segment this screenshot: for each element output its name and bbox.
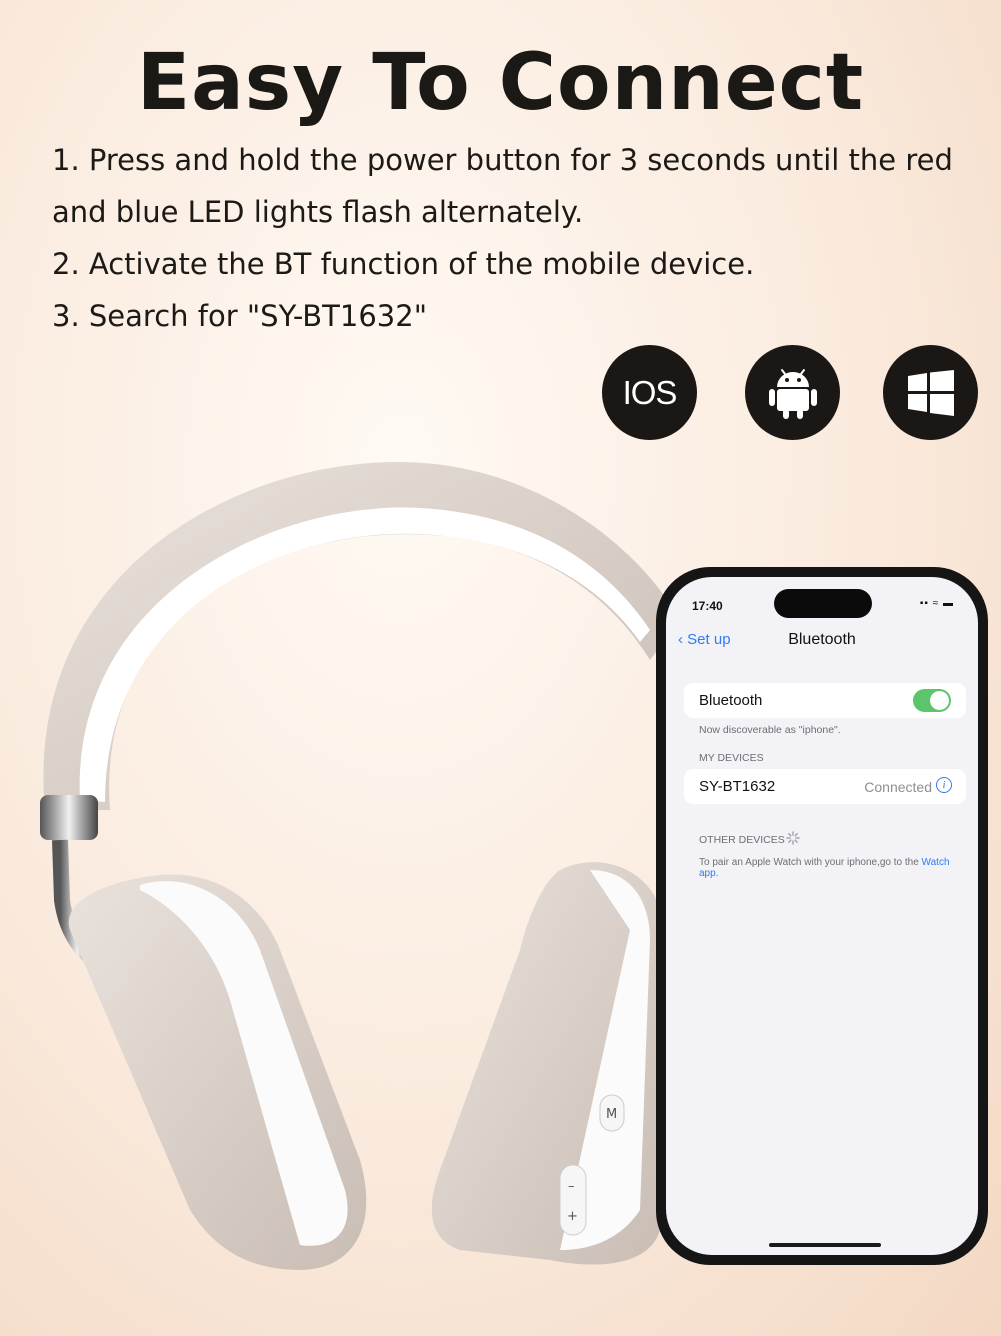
os-badges: IOS: [0, 345, 1001, 441]
dynamic-island: [774, 589, 872, 618]
status-time: 17:40: [692, 599, 723, 613]
step-3: 3. Search for "SY-BT1632": [52, 299, 428, 333]
other-devices-header: OTHER DEVICES: [699, 834, 785, 846]
discoverable-text: Now discoverable as "iphone".: [699, 724, 841, 736]
phone: 17:40 ▪▪ ≈ ▬ ‹ Set up Bluetooth Bluetoot…: [656, 567, 988, 1265]
headphones-image: M – +: [40, 462, 680, 1270]
nav-title: Bluetooth: [788, 631, 856, 648]
step-2: 2. Activate the BT function of the mobil…: [52, 247, 755, 281]
windows-icon: [883, 345, 978, 440]
my-devices-header: MY DEVICES: [699, 752, 764, 764]
bluetooth-toggle[interactable]: [913, 689, 951, 712]
page-title: Easy To Connect: [136, 38, 865, 128]
mode-button-label: M: [606, 1107, 617, 1122]
device-status: Connected: [864, 779, 932, 795]
volume-up-label: +: [567, 1209, 578, 1224]
loading-spinner-icon: [786, 831, 800, 845]
volume-down-label: –: [568, 1179, 575, 1194]
phone-screen: 17:40 ▪▪ ≈ ▬ ‹ Set up Bluetooth Bluetoot…: [666, 577, 978, 1255]
pair-text: To pair an Apple Watch with your iphone,…: [699, 857, 922, 868]
instructions: 1. Press and hold the power button for 3…: [52, 134, 982, 342]
bluetooth-label: Bluetooth: [699, 692, 763, 709]
device-row[interactable]: SY-BT1632 Connected i: [684, 769, 966, 804]
info-icon[interactable]: i: [936, 777, 952, 793]
device-name: SY-BT1632: [699, 778, 776, 795]
android-icon: [745, 345, 840, 440]
home-indicator: [769, 1243, 881, 1247]
signal-wifi-battery-icon: ▪▪ ≈ ▬: [919, 598, 954, 609]
pair-watch-text: To pair an Apple Watch with your iphone,…: [699, 857, 959, 879]
ios-badge: IOS: [602, 345, 697, 440]
step-1: 1. Press and hold the power button for 3…: [52, 143, 953, 229]
bluetooth-row: Bluetooth: [684, 683, 966, 718]
